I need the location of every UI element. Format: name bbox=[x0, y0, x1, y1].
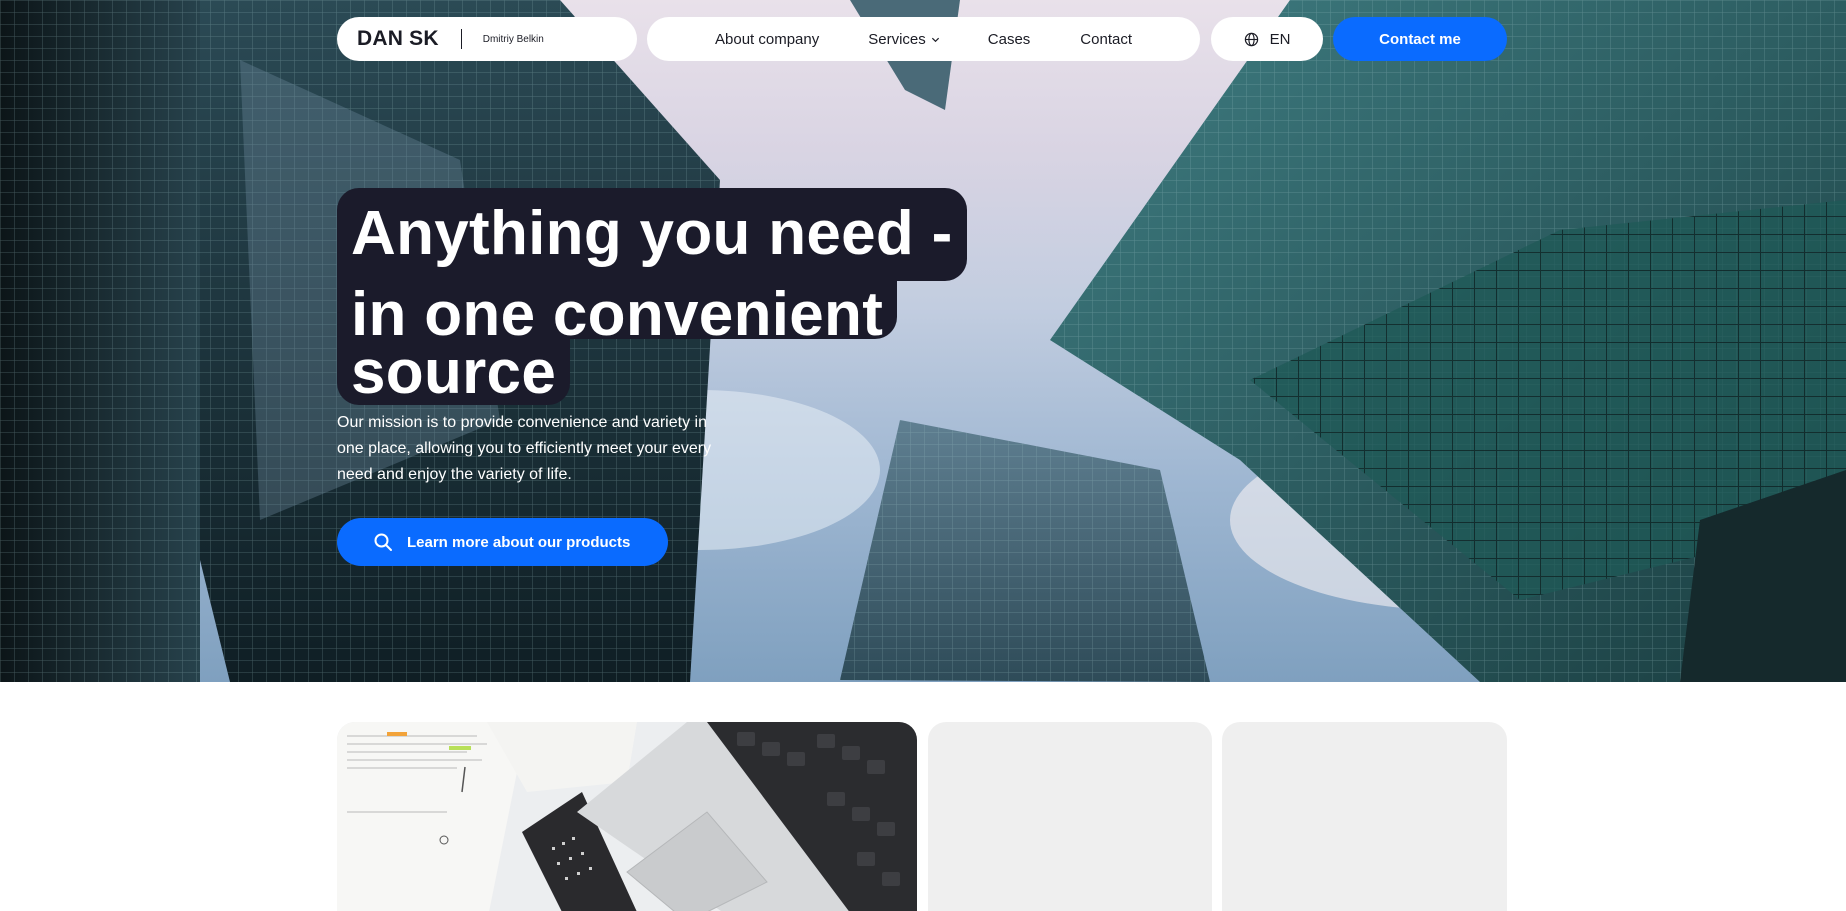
card-placeholder[interactable] bbox=[1222, 722, 1507, 911]
brand-logo[interactable]: DAN SK bbox=[357, 27, 439, 51]
hero-headline: Anything you need - in one convenient so… bbox=[337, 188, 967, 405]
contact-me-button[interactable]: Contact me bbox=[1333, 17, 1507, 61]
brand-pill[interactable]: DAN SK Dmitriy Belkin bbox=[337, 17, 637, 61]
globe-icon bbox=[1244, 32, 1258, 46]
hero-section: DAN SK Dmitriy Belkin About company Serv… bbox=[0, 0, 1846, 682]
search-icon bbox=[374, 533, 392, 551]
card-placeholder[interactable] bbox=[928, 722, 1212, 911]
card-laptop-calendar[interactable] bbox=[337, 722, 917, 911]
landing-page: DAN SK Dmitriy Belkin About company Serv… bbox=[0, 0, 1846, 911]
learn-more-label: Learn more about our products bbox=[407, 533, 631, 551]
nav-item-services-label: Services bbox=[868, 30, 926, 48]
language-selector[interactable]: EN bbox=[1211, 17, 1323, 61]
nav-item-contact[interactable]: Contact bbox=[1080, 31, 1132, 48]
headline-line-2: in one convenient bbox=[337, 281, 898, 346]
brand-divider bbox=[460, 29, 462, 49]
brand-person-name: Dmitriy Belkin bbox=[482, 33, 544, 45]
nav-item-services[interactable]: Services bbox=[868, 31, 940, 48]
chevron-down-icon bbox=[931, 37, 939, 42]
learn-more-button[interactable]: Learn more about our products bbox=[337, 518, 668, 566]
headline-line-1: Anything you need - bbox=[337, 188, 967, 281]
headline-line-3: source bbox=[337, 339, 571, 405]
laptop-calendar-image bbox=[337, 722, 917, 911]
language-label: EN bbox=[1269, 30, 1291, 48]
nav-item-about-company[interactable]: About company bbox=[715, 31, 819, 48]
mission-text: Our mission is to provide convenience an… bbox=[337, 414, 712, 483]
nav-item-cases[interactable]: Cases bbox=[988, 31, 1031, 48]
main-nav: About company Services Cases Contact bbox=[647, 17, 1200, 61]
